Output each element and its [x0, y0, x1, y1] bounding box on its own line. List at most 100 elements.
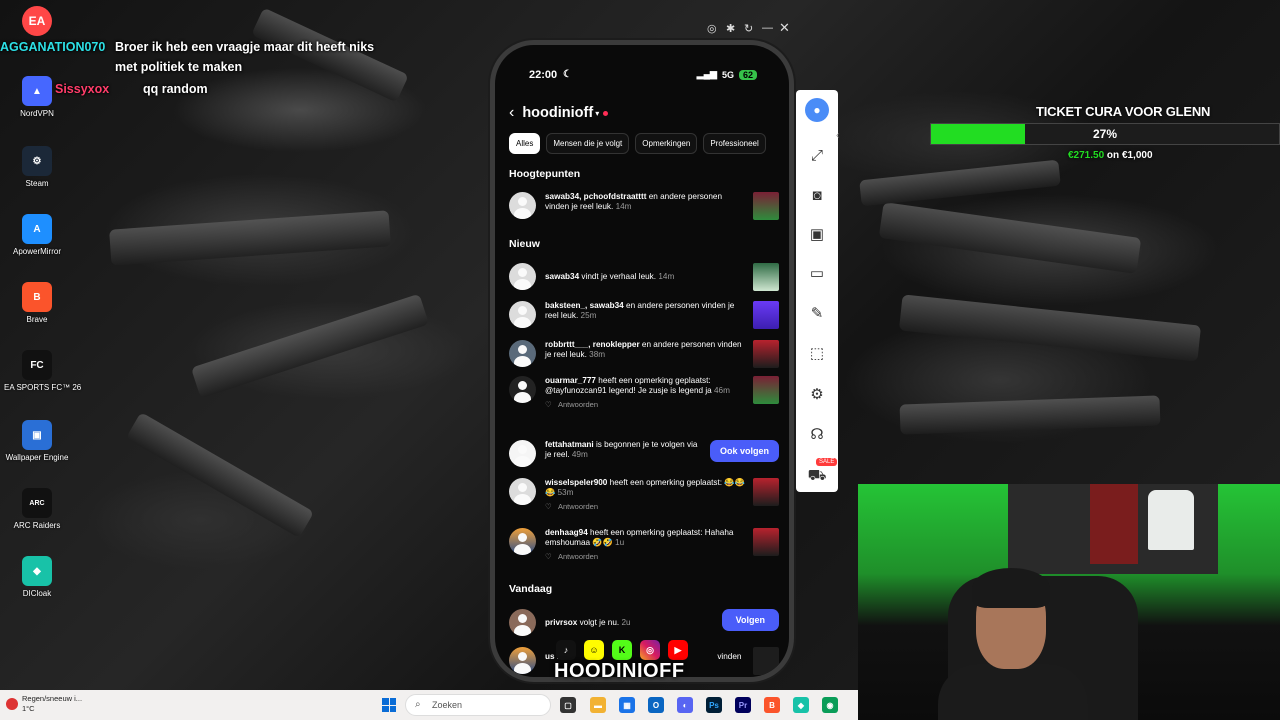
sale-badge: SALE: [816, 458, 838, 466]
collapse-toolbar-icon[interactable]: ‹: [836, 130, 839, 141]
desktop-icon-ea-fc[interactable]: FC EA SPORTS FC™ 26: [4, 350, 81, 392]
avatar: [509, 528, 536, 555]
desktop-icon-nordvpn[interactable]: ▲ NordVPN: [4, 76, 70, 118]
weather-icon: [6, 698, 18, 710]
list-item[interactable]: fettahatmani is begonnen je te volgen vi…: [509, 440, 779, 467]
social-icons: ♪ ☺ K ◎ ▶: [556, 640, 688, 660]
tab-opmerkingen[interactable]: Opmerkingen: [635, 133, 698, 154]
taskview-icon[interactable]: ▢: [560, 697, 576, 713]
chat-username: AGGANATION070: [0, 40, 106, 54]
settings-icon[interactable]: ◎: [707, 22, 717, 35]
list-item[interactable]: sawab34 vindt je verhaal leuk. 14m: [509, 263, 779, 291]
minimize-icon[interactable]: —: [762, 22, 773, 34]
list-item[interactable]: baksteen_, sawab34 en andere personen vi…: [509, 301, 779, 329]
chat-message-text: Broer ik heb een vraagje maar dit heeft …: [115, 40, 375, 54]
close-icon[interactable]: ✕: [779, 20, 790, 36]
instagram-icon: ◎: [640, 640, 660, 660]
screen-mirror-icon[interactable]: ▭: [807, 264, 827, 284]
screenshot-icon[interactable]: ◙: [807, 186, 827, 206]
chat-message-text: met politiek te maken: [115, 60, 243, 74]
tab-mensen-die-je-volgt[interactable]: Mensen die je volgt: [546, 133, 630, 154]
list-item[interactable]: sawab34, pchoofdstraatttt en andere pers…: [509, 192, 779, 220]
post-thumbnail[interactable]: [753, 528, 779, 556]
list-item[interactable]: robbrttt___, renoklepper en andere perso…: [509, 340, 779, 368]
avatar: [509, 301, 536, 328]
search-icon: ⌕: [415, 699, 421, 710]
desktop-icon-steam[interactable]: ⚙ Steam: [4, 146, 70, 188]
wallpaper-gun: [190, 293, 430, 399]
post-thumbnail[interactable]: [753, 192, 779, 220]
back-icon[interactable]: ‹: [509, 104, 514, 122]
user-avatar-icon[interactable]: ●: [805, 98, 829, 122]
desktop-icon-apowermirror[interactable]: A ApowerMirror: [4, 214, 70, 256]
list-item[interactable]: privrsox volgt je nu. 2u Volgen: [509, 609, 779, 636]
post-thumbnail[interactable]: [753, 340, 779, 368]
photoshop-icon[interactable]: Ps: [706, 697, 722, 713]
youtube-icon: ▶: [668, 640, 688, 660]
follow-back-button[interactable]: Ook volgen: [709, 440, 779, 462]
goal-amount: €271.50 on €1,000: [1068, 150, 1153, 161]
wallpaper-gun: [125, 412, 315, 538]
kick-icon: K: [612, 640, 632, 660]
brave-icon: B: [22, 282, 52, 312]
desktop-icon-dicloak[interactable]: ◆ DICloak: [4, 556, 70, 598]
discord-icon[interactable]: ◐: [677, 697, 693, 713]
notification-dot: [603, 110, 609, 116]
premiere-icon[interactable]: Pr: [735, 697, 751, 713]
reply-link[interactable]: ♡ Antwoorden: [545, 552, 747, 562]
calculator-icon[interactable]: ▦: [619, 697, 635, 713]
cart-icon[interactable]: ⛟: [807, 466, 827, 486]
phone-status-bar: 22:00 ☾ ▂▄▆ 5G 62: [495, 67, 789, 87]
ig-header: ‹ hoodinioff ▾: [509, 101, 779, 125]
taskbar-search[interactable]: ⌕ Zoeken: [405, 694, 551, 716]
brave-taskbar-icon[interactable]: B: [764, 697, 780, 713]
dicloak-taskbar-icon[interactable]: ◆: [793, 697, 809, 713]
list-item[interactable]: ouarmar_777 heeft een opmerking geplaats…: [509, 376, 779, 410]
record-icon[interactable]: ▣: [807, 225, 827, 245]
avatar: [509, 647, 536, 674]
list-item[interactable]: denhaag94 heeft een opmerking geplaatst:…: [509, 528, 779, 562]
settings-icon[interactable]: ⚙: [807, 385, 827, 405]
windows-start-icon[interactable]: [382, 698, 396, 712]
rotate-icon[interactable]: ↻: [744, 22, 753, 35]
outlook-icon[interactable]: O: [648, 697, 664, 713]
profile-username[interactable]: hoodinioff: [522, 105, 593, 121]
avatar: [509, 263, 536, 290]
tab-alles[interactable]: Alles: [509, 133, 541, 154]
post-thumbnail[interactable]: [753, 301, 779, 329]
desktop-icon-arc-raiders[interactable]: ARC ARC Raiders: [4, 488, 70, 530]
fullscreen-icon[interactable]: ⤢: [807, 146, 827, 166]
support-headset-icon[interactable]: ☊: [807, 425, 827, 445]
brush-icon[interactable]: ✎: [807, 304, 827, 324]
tab-professioneel[interactable]: Professioneel: [703, 133, 766, 154]
avatar: [509, 376, 536, 403]
list-item[interactable]: wisselspeler900 heeft een opmerking gepl…: [509, 478, 779, 512]
post-thumbnail[interactable]: [753, 376, 779, 404]
chevron-down-icon[interactable]: ▾: [595, 109, 599, 118]
reply-link[interactable]: ♡ Antwoorden: [545, 502, 747, 512]
post-thumbnail[interactable]: [753, 647, 779, 675]
desktop-icon-wallpaper-engine[interactable]: ▣ Wallpaper Engine: [4, 420, 70, 462]
avatar: [509, 609, 536, 636]
desktop-icon-brave[interactable]: B Brave: [4, 282, 70, 324]
snapchat-icon: ☺: [584, 640, 604, 660]
apowermirror-icon: A: [22, 214, 52, 244]
follow-button[interactable]: Volgen: [721, 609, 779, 631]
hair: [972, 568, 1050, 608]
weather-widget[interactable]: Regen/sneeuw i... 1°C: [22, 694, 82, 714]
ea-app-icon[interactable]: EA: [22, 6, 52, 36]
post-thumbnail[interactable]: [753, 263, 779, 291]
ea-fc-icon: FC: [22, 350, 52, 380]
section-today: Vandaag: [509, 583, 553, 595]
file-explorer-icon[interactable]: ▬: [590, 697, 606, 713]
chat-message-text: qq random: [143, 82, 208, 96]
post-thumbnail[interactable]: [753, 478, 779, 506]
pin-icon[interactable]: ✱: [726, 22, 735, 35]
notification-tabs: Alles Mensen die je volgt Opmerkingen Pr…: [509, 133, 766, 154]
chrome-icon[interactable]: ◉: [822, 697, 838, 713]
reply-link[interactable]: ♡ Antwoorden: [545, 400, 747, 410]
body: [938, 664, 1088, 720]
steam-icon: ⚙: [22, 146, 52, 176]
section-highlights: Hoogtepunten: [509, 168, 581, 180]
select-area-icon[interactable]: ⬚: [807, 344, 827, 364]
